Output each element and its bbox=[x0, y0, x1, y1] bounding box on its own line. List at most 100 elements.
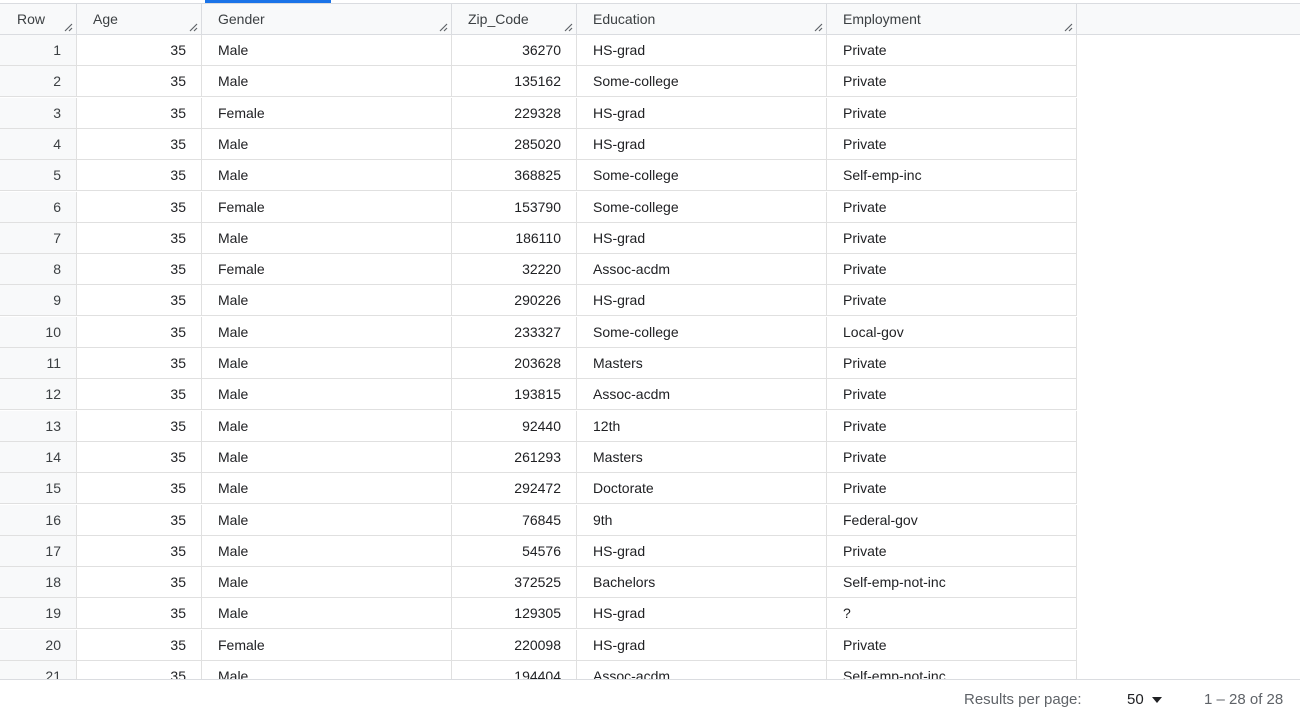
education-cell[interactable]: HS-grad bbox=[577, 97, 827, 128]
age-cell[interactable]: 35 bbox=[77, 661, 202, 679]
employment-cell[interactable]: Private bbox=[827, 191, 1077, 222]
employment-cell[interactable]: Private bbox=[827, 535, 1077, 566]
zip-code-cell[interactable]: 203628 bbox=[452, 348, 577, 378]
age-cell[interactable]: 35 bbox=[77, 97, 202, 128]
education-cell[interactable]: Masters bbox=[577, 441, 827, 472]
zip-code-cell[interactable]: 292472 bbox=[452, 473, 577, 504]
row-number-cell[interactable]: 19 bbox=[0, 598, 77, 629]
gender-cell[interactable]: Female bbox=[202, 629, 452, 660]
employment-cell[interactable]: Private bbox=[827, 348, 1077, 378]
zip-code-cell[interactable]: 193815 bbox=[452, 379, 577, 410]
gender-cell[interactable]: Male bbox=[202, 441, 452, 472]
zip-code-cell[interactable]: 32220 bbox=[452, 254, 577, 285]
age-cell[interactable]: 35 bbox=[77, 348, 202, 378]
education-cell[interactable]: HS-grad bbox=[577, 598, 827, 629]
resize-handle-icon[interactable] bbox=[814, 23, 823, 32]
dropdown-caret-icon[interactable] bbox=[1152, 697, 1162, 703]
row-number-cell[interactable]: 1 bbox=[0, 35, 77, 65]
education-cell[interactable]: 9th bbox=[577, 504, 827, 535]
education-cell[interactable]: HS-grad bbox=[577, 285, 827, 316]
gender-cell[interactable]: Male bbox=[202, 504, 452, 535]
education-cell[interactable]: Some-college bbox=[577, 66, 827, 97]
age-cell[interactable]: 35 bbox=[77, 535, 202, 566]
column-header-employment[interactable]: Employment bbox=[827, 4, 1077, 35]
zip-code-cell[interactable]: 54576 bbox=[452, 535, 577, 566]
employment-cell[interactable]: Private bbox=[827, 473, 1077, 504]
age-cell[interactable]: 35 bbox=[77, 504, 202, 535]
zip-code-cell[interactable]: 194404 bbox=[452, 661, 577, 679]
education-cell[interactable]: 12th bbox=[577, 410, 827, 441]
gender-cell[interactable]: Male bbox=[202, 473, 452, 504]
row-number-cell[interactable]: 4 bbox=[0, 128, 77, 159]
age-cell[interactable]: 35 bbox=[77, 222, 202, 253]
row-number-cell[interactable]: 5 bbox=[0, 160, 77, 191]
employment-cell[interactable]: Private bbox=[827, 379, 1077, 410]
education-cell[interactable]: Assoc-acdm bbox=[577, 254, 827, 285]
gender-cell[interactable]: Male bbox=[202, 316, 452, 347]
zip-code-cell[interactable]: 153790 bbox=[452, 191, 577, 222]
gender-cell[interactable]: Male bbox=[202, 410, 452, 441]
zip-code-cell[interactable]: 220098 bbox=[452, 629, 577, 660]
gender-cell[interactable]: Female bbox=[202, 254, 452, 285]
row-number-cell[interactable]: 3 bbox=[0, 97, 77, 128]
gender-cell[interactable]: Male bbox=[202, 567, 452, 598]
zip-code-cell[interactable]: 135162 bbox=[452, 66, 577, 97]
zip-code-cell[interactable]: 129305 bbox=[452, 598, 577, 629]
age-cell[interactable]: 35 bbox=[77, 160, 202, 191]
education-cell[interactable]: Assoc-acdm bbox=[577, 661, 827, 679]
column-header-age[interactable]: Age bbox=[77, 4, 202, 35]
resize-handle-icon[interactable] bbox=[64, 23, 73, 32]
row-number-cell[interactable]: 14 bbox=[0, 441, 77, 472]
zip-code-cell[interactable]: 92440 bbox=[452, 410, 577, 441]
employment-cell[interactable]: Self-emp-inc bbox=[827, 160, 1077, 191]
column-header-zip-code[interactable]: Zip_Code bbox=[452, 4, 577, 35]
employment-cell[interactable]: Private bbox=[827, 285, 1077, 316]
employment-cell[interactable]: Private bbox=[827, 128, 1077, 159]
resize-handle-icon[interactable] bbox=[189, 23, 198, 32]
row-number-cell[interactable]: 9 bbox=[0, 285, 77, 316]
row-number-cell[interactable]: 13 bbox=[0, 410, 77, 441]
employment-cell[interactable]: Private bbox=[827, 254, 1077, 285]
education-cell[interactable]: HS-grad bbox=[577, 35, 827, 65]
employment-cell[interactable]: Private bbox=[827, 222, 1077, 253]
zip-code-cell[interactable]: 229328 bbox=[452, 97, 577, 128]
zip-code-cell[interactable]: 372525 bbox=[452, 567, 577, 598]
employment-cell[interactable]: Private bbox=[827, 629, 1077, 660]
row-number-cell[interactable]: 6 bbox=[0, 191, 77, 222]
row-number-cell[interactable]: 18 bbox=[0, 567, 77, 598]
employment-cell[interactable]: Federal-gov bbox=[827, 504, 1077, 535]
gender-cell[interactable]: Male bbox=[202, 661, 452, 679]
age-cell[interactable]: 35 bbox=[77, 316, 202, 347]
gender-cell[interactable]: Male bbox=[202, 285, 452, 316]
gender-cell[interactable]: Male bbox=[202, 598, 452, 629]
row-number-cell[interactable]: 8 bbox=[0, 254, 77, 285]
row-number-cell[interactable]: 2 bbox=[0, 66, 77, 97]
column-header-row[interactable]: Row bbox=[0, 4, 77, 35]
zip-code-cell[interactable]: 290226 bbox=[452, 285, 577, 316]
education-cell[interactable]: Masters bbox=[577, 348, 827, 378]
gender-cell[interactable]: Male bbox=[202, 222, 452, 253]
age-cell[interactable]: 35 bbox=[77, 285, 202, 316]
gender-cell[interactable]: Male bbox=[202, 35, 452, 65]
row-number-cell[interactable]: 15 bbox=[0, 473, 77, 504]
education-cell[interactable]: Some-college bbox=[577, 191, 827, 222]
row-number-cell[interactable]: 16 bbox=[0, 504, 77, 535]
education-cell[interactable]: HS-grad bbox=[577, 535, 827, 566]
zip-code-cell[interactable]: 261293 bbox=[452, 441, 577, 472]
employment-cell[interactable]: ? bbox=[827, 598, 1077, 629]
age-cell[interactable]: 35 bbox=[77, 66, 202, 97]
age-cell[interactable]: 35 bbox=[77, 473, 202, 504]
gender-cell[interactable]: Male bbox=[202, 66, 452, 97]
row-number-cell[interactable]: 7 bbox=[0, 222, 77, 253]
age-cell[interactable]: 35 bbox=[77, 128, 202, 159]
age-cell[interactable]: 35 bbox=[77, 410, 202, 441]
employment-cell[interactable]: Private bbox=[827, 35, 1077, 65]
education-cell[interactable]: Some-college bbox=[577, 316, 827, 347]
education-cell[interactable]: Assoc-acdm bbox=[577, 379, 827, 410]
row-number-cell[interactable]: 17 bbox=[0, 535, 77, 566]
resize-handle-icon[interactable] bbox=[1064, 23, 1073, 32]
age-cell[interactable]: 35 bbox=[77, 441, 202, 472]
zip-code-cell[interactable]: 233327 bbox=[452, 316, 577, 347]
gender-cell[interactable]: Female bbox=[202, 97, 452, 128]
row-number-cell[interactable]: 12 bbox=[0, 379, 77, 410]
